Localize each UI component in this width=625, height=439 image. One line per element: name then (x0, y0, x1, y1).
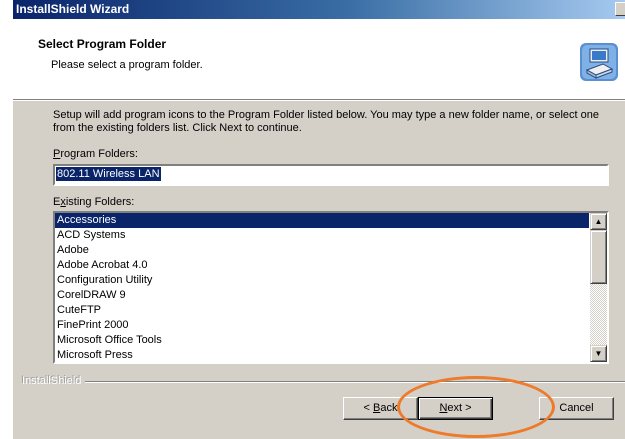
scroll-up-arrow-icon: ▲ (594, 217, 603, 226)
folders-scrollbar[interactable]: ▲ ▼ (590, 213, 607, 362)
setup-computer-icon (580, 43, 618, 81)
back-label-rest: ack (380, 402, 398, 414)
folder-item-acd-systems[interactable]: ACD Systems (55, 228, 589, 243)
page-subtitle: Please select a program folder. (51, 59, 203, 71)
scroll-down-button[interactable]: ▼ (590, 345, 607, 362)
folder-item-cuteftp[interactable]: CuteFTP (55, 303, 589, 318)
existing-folders-label-rest: isting Folders: (65, 196, 135, 208)
cancel-button[interactable]: Cancel (539, 397, 614, 420)
program-folder-value: 802.11 Wireless LAN (56, 167, 161, 181)
wizard-header: Select Program Folder Please select a pr… (13, 19, 625, 99)
folder-item-microsoft-press[interactable]: Microsoft Press (55, 348, 589, 363)
close-window-button[interactable] (615, 2, 625, 16)
back-button[interactable]: < Back (343, 397, 418, 420)
folder-item-coreldraw[interactable]: CorelDRAW 9 (55, 288, 589, 303)
branding-row: InstallShield (13, 375, 625, 387)
scroll-thumb[interactable] (590, 230, 607, 284)
scroll-up-button[interactable]: ▲ (590, 213, 607, 230)
branding-divider (22, 381, 625, 383)
installshield-wizard-window: InstallShield Wizard Select Program Fold… (13, 0, 625, 439)
folder-item-configuration-utility[interactable]: Configuration Utility (55, 273, 589, 288)
folder-item-accessories[interactable]: Accessories (55, 213, 589, 228)
program-folder-input[interactable]: 802.11 Wireless LAN (53, 164, 609, 186)
title-bar[interactable]: InstallShield Wizard (13, 0, 625, 19)
instructions-text: Setup will add program icons to the Prog… (53, 109, 600, 134)
installshield-brand: InstallShield (22, 375, 86, 387)
program-folders-label: Program Folders: (53, 148, 138, 160)
folder-item-fineprint[interactable]: FinePrint 2000 (55, 318, 589, 333)
existing-folders-list[interactable]: Accessories ACD Systems Adobe Adobe Acro… (53, 211, 609, 364)
header-divider (13, 99, 625, 101)
folder-item-adobe-acrobat[interactable]: Adobe Acrobat 4.0 (55, 258, 589, 273)
window-title: InstallShield Wizard (16, 2, 130, 16)
back-label-prefix: < (363, 402, 373, 414)
existing-folders-label: Existing Folders: (53, 196, 134, 208)
program-folders-label-rest: rogram Folders: (60, 148, 138, 160)
next-label-rest: ext > (447, 402, 472, 414)
next-button[interactable]: Next > (418, 397, 493, 420)
folder-item-office-tools[interactable]: Microsoft Office Tools (55, 333, 589, 348)
page-title: Select Program Folder (38, 37, 167, 51)
scroll-down-arrow-icon: ▼ (594, 349, 603, 358)
folder-item-adobe[interactable]: Adobe (55, 243, 589, 258)
